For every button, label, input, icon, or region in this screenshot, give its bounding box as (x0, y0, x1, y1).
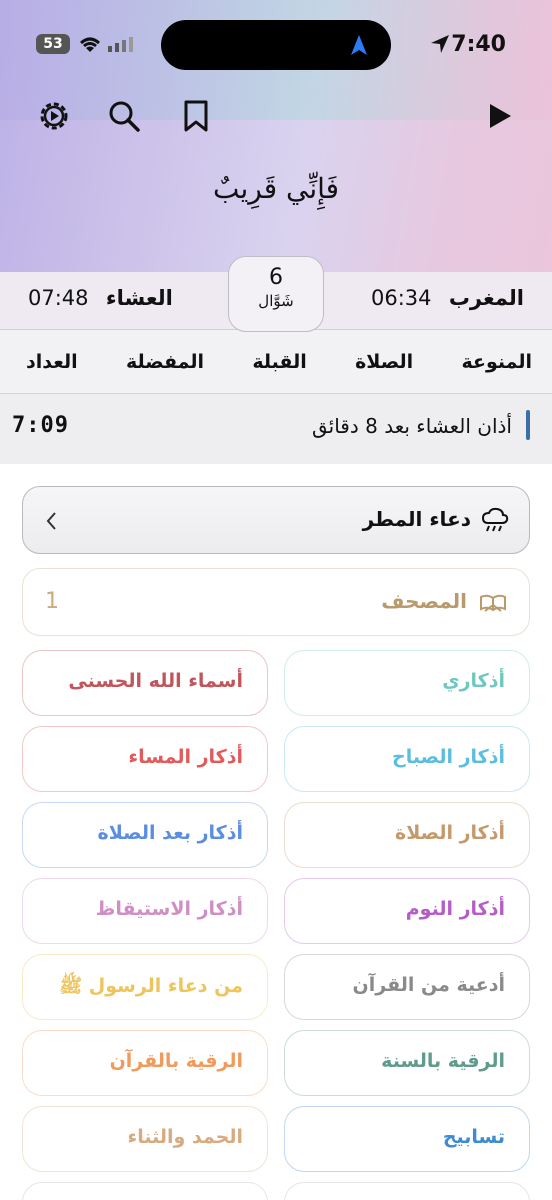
card-partial[interactable] (22, 1182, 268, 1200)
card-label: تسابيح (442, 1126, 505, 1148)
prayer-maghrib: المغرب 06:34 (371, 286, 524, 310)
card-evening-adhkar[interactable]: أذكار المساء (22, 726, 268, 792)
card-names-of-allah[interactable]: أسماء الله الحسنى (22, 650, 268, 716)
prayer-name: العشاء (105, 286, 173, 310)
adhan-text: أذان العشاء بعد 8 دقائق (311, 414, 512, 438)
play-button[interactable] (482, 98, 518, 134)
accent-bar (526, 410, 530, 440)
card-ruqyah-quran[interactable]: الرقية بالقرآن (22, 1030, 268, 1096)
card-label: أذكار بعد الصلاة (97, 822, 243, 844)
search-button[interactable] (106, 98, 142, 134)
card-ruqyah-sunnah[interactable]: الرقية بالسنة (284, 1030, 530, 1096)
chevron-left-icon (46, 512, 56, 530)
tab-qibla[interactable]: القبلة (252, 351, 306, 373)
card-label: أدعية من القرآن (352, 974, 505, 996)
card-partial[interactable] (284, 1182, 530, 1200)
gear-icon (40, 102, 68, 130)
signal-icon (108, 37, 133, 52)
prayer-name: المغرب (448, 286, 524, 310)
mushaf-button[interactable]: المصحف 1 (22, 568, 530, 636)
card-sleep-adhkar[interactable]: أذكار النوم (284, 878, 530, 944)
card-prophet-duas[interactable]: من دعاء الرسول ﷺ (22, 954, 268, 1020)
card-morning-adhkar[interactable]: أذكار الصباح (284, 726, 530, 792)
prayer-isha: العشاء 07:48 (28, 286, 173, 310)
tab-counter[interactable]: العداد (26, 351, 78, 373)
card-praise[interactable]: الحمد والثناء (22, 1106, 268, 1172)
card-label: الحمد والثناء (127, 1126, 243, 1148)
card-label: الرقية بالقرآن (109, 1050, 243, 1072)
open-book-icon (480, 594, 506, 612)
card-tasabih[interactable]: تسابيح (284, 1106, 530, 1172)
quran-verse: فَإِنِّي قَرِيبٌ (212, 172, 340, 205)
rain-dua-label: دعاء المطر (362, 507, 471, 531)
wifi-icon (80, 37, 100, 52)
card-label: أذكار المساء (128, 746, 243, 768)
card-label: أسماء الله الحسنى (68, 670, 243, 692)
card-label: أذكار النوم (405, 898, 505, 920)
play-icon (490, 104, 511, 128)
hijri-day: 6 (269, 265, 283, 290)
prayer-time: 07:48 (28, 286, 89, 310)
card-waking-adhkar[interactable]: أذكار الاستيقاظ (22, 878, 268, 944)
search-icon (109, 101, 140, 132)
countdown-timer: 7:09 (12, 413, 69, 438)
card-my-adhkar[interactable]: أذكاري (284, 650, 530, 716)
card-quran-duas[interactable]: أدعية من القرآن (284, 954, 530, 1020)
card-label: أذكار الصباح (392, 746, 505, 768)
bookmark-button[interactable] (178, 98, 214, 134)
card-label: الرقية بالسنة (381, 1050, 505, 1072)
navigation-arrow-icon (351, 35, 367, 55)
card-prayer-adhkar[interactable]: أذكار الصلاة (284, 802, 530, 868)
battery-indicator: 53 (36, 34, 70, 54)
prayer-time: 06:34 (370, 286, 432, 310)
tab-favorites[interactable]: المفضلة (126, 351, 204, 373)
location-arrow-icon (431, 35, 449, 53)
adhan-countdown-row: أذان العشاء بعد 8 دقائق 7:09 (0, 394, 552, 464)
section-tabs: المنوعة الصلاة القبلة المفضلة العداد (0, 330, 552, 394)
card-label: أذكار الاستيقاظ (95, 898, 243, 920)
tab-misc[interactable]: المنوعة (461, 351, 532, 373)
toolbar (0, 92, 552, 142)
card-label: أذكاري (442, 670, 505, 692)
hijri-month: شَوَّال (258, 292, 294, 310)
hijri-date-badge[interactable]: 6 شَوَّال (228, 256, 324, 332)
card-label: من دعاء الرسول ﷺ (59, 975, 243, 997)
rain-dua-button[interactable]: دعاء المطر (22, 486, 530, 554)
status-bar: 53 7:40 (0, 0, 552, 92)
dynamic-island (161, 20, 391, 70)
card-after-prayer-adhkar[interactable]: أذكار بعد الصلاة (22, 802, 268, 868)
main-content: دعاء المطر المصحف 1 أذكاري أسماء الله ال… (0, 464, 552, 1200)
card-label: أذكار الصلاة (394, 822, 505, 844)
rain-cloud-icon (481, 507, 509, 532)
bookmark-icon (184, 100, 208, 132)
settings-button[interactable] (36, 98, 72, 134)
mushaf-count: 1 (45, 589, 59, 614)
tab-prayer[interactable]: الصلاة (355, 351, 413, 373)
status-time: 7:40 (451, 32, 506, 57)
mushaf-label: المصحف (381, 589, 467, 613)
